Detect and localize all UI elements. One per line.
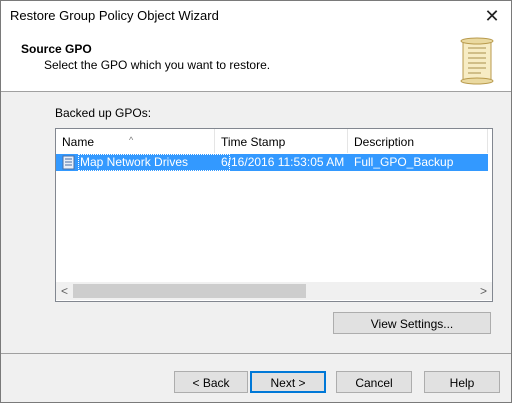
gpo-list[interactable]: ^ Name Time Stamp Description Map Networ… bbox=[55, 128, 493, 302]
back-button[interactable]: < Back bbox=[174, 371, 248, 393]
scroll-right-icon[interactable]: > bbox=[475, 282, 492, 300]
page-title: Source GPO bbox=[21, 42, 92, 56]
backed-up-gpos-label: Backed up GPOs: bbox=[55, 106, 152, 120]
scroll-icon bbox=[460, 37, 494, 85]
table-row[interactable]: Map Network Drives 6/16/2016 11:53:05 AM… bbox=[56, 154, 488, 171]
gpo-document-icon bbox=[62, 155, 75, 170]
window-title: Restore Group Policy Object Wizard bbox=[10, 8, 219, 23]
scrollbar-thumb[interactable] bbox=[73, 284, 306, 298]
wizard-window: Restore Group Policy Object Wizard ✕ Sou… bbox=[0, 0, 512, 403]
view-settings-button[interactable]: View Settings... bbox=[333, 312, 491, 334]
sort-ascending-icon: ^ bbox=[129, 135, 134, 145]
row-description: Full_GPO_Backup bbox=[354, 155, 454, 169]
column-description[interactable]: Description bbox=[348, 129, 488, 153]
column-name-label: Name bbox=[62, 135, 95, 149]
scroll-left-icon[interactable]: < bbox=[56, 282, 73, 300]
header-divider bbox=[1, 91, 511, 92]
row-timestamp: 6/16/2016 11:53:05 AM bbox=[221, 155, 345, 169]
wizard-header: Source GPO Select the GPO which you want… bbox=[1, 31, 511, 91]
next-button[interactable]: Next > bbox=[250, 371, 326, 393]
help-button[interactable]: Help bbox=[424, 371, 500, 393]
column-time-stamp[interactable]: Time Stamp bbox=[215, 129, 348, 153]
page-subtitle: Select the GPO which you want to restore… bbox=[44, 58, 271, 72]
column-name[interactable]: ^ Name bbox=[56, 129, 215, 153]
column-time-stamp-label: Time Stamp bbox=[221, 135, 286, 149]
cancel-button[interactable]: Cancel bbox=[336, 371, 412, 393]
close-icon[interactable]: ✕ bbox=[477, 3, 507, 29]
column-description-label: Description bbox=[354, 135, 415, 149]
list-header: ^ Name Time Stamp Description bbox=[56, 129, 492, 153]
footer-divider bbox=[1, 353, 511, 354]
horizontal-scrollbar[interactable]: < > bbox=[56, 282, 492, 300]
row-name: Map Network Drives bbox=[80, 155, 189, 169]
title-bar: Restore Group Policy Object Wizard ✕ bbox=[1, 1, 511, 31]
